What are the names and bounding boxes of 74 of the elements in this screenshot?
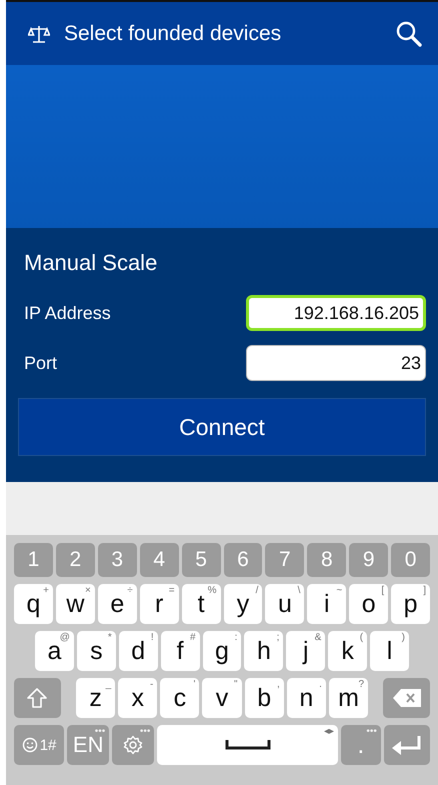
space-bar-icon xyxy=(224,740,271,750)
letter-key[interactable]: n . xyxy=(286,678,326,718)
letter-key[interactable]: k ( xyxy=(328,631,368,671)
key-hint: @ xyxy=(60,633,70,643)
letter-key[interactable]: r = xyxy=(140,584,179,624)
key-hint: + xyxy=(43,586,49,596)
field-label: Port xyxy=(24,352,58,374)
key-hint: × xyxy=(84,586,91,596)
letter-key[interactable]: a@ xyxy=(35,631,74,671)
key-hint: ••• xyxy=(94,727,106,737)
connect-button[interactable]: Connect xyxy=(18,398,426,456)
letter-key[interactable]: s * xyxy=(76,631,116,671)
letter-key[interactable]: b , xyxy=(244,678,284,718)
key-hint: , xyxy=(276,680,280,690)
key-hint: [ xyxy=(381,586,384,596)
letter-key[interactable]: c ' xyxy=(160,678,200,718)
letter-key[interactable]: e÷ xyxy=(98,584,137,624)
key-hint: / xyxy=(256,586,258,596)
input-field[interactable]: 192.168.16.205 xyxy=(246,295,426,331)
letter-key[interactable]: o [ xyxy=(349,584,388,624)
key-hint: * xyxy=(108,633,112,643)
backspace-icon xyxy=(392,688,422,708)
field-label: IP Address xyxy=(24,302,111,324)
key-hint: ( xyxy=(360,633,364,643)
enter-key[interactable] xyxy=(384,725,430,765)
letter-key[interactable]: j & xyxy=(286,631,326,671)
letter-key[interactable]: l ) xyxy=(370,631,410,671)
letter-key[interactable]: d ! xyxy=(118,631,158,671)
key-hint: " xyxy=(234,680,238,690)
shift-icon xyxy=(26,687,48,709)
letter-key[interactable]: t% xyxy=(182,584,221,624)
app-title: Select founded devices xyxy=(64,22,282,46)
letter-key[interactable]: u \ xyxy=(265,584,304,624)
scale-icon xyxy=(28,24,50,44)
key-hint: - xyxy=(150,680,154,690)
letter-key[interactable]: x - xyxy=(118,678,158,718)
letter-key[interactable]: w× xyxy=(56,584,95,624)
key-hint: ~ xyxy=(336,586,342,596)
key-hint: = xyxy=(168,586,175,596)
shift-key[interactable] xyxy=(14,678,61,718)
key-hint: _ xyxy=(106,680,112,690)
backspace-key[interactable] xyxy=(383,678,430,718)
letter-key[interactable]: q+ xyxy=(14,584,53,624)
letter-key[interactable]: m? xyxy=(328,678,368,718)
gear-icon xyxy=(123,735,144,755)
key-hint: ••• xyxy=(140,727,150,737)
key-hint: & xyxy=(314,633,322,643)
key-hint: ; xyxy=(276,633,280,643)
key-hint: ] xyxy=(423,586,426,596)
letter-key[interactable]: i ~ xyxy=(307,584,346,624)
input-field[interactable]: 23 xyxy=(246,345,426,381)
key-hint: ? xyxy=(358,680,364,690)
smiley-icon xyxy=(22,737,38,753)
letter-key[interactable]: g : xyxy=(202,631,242,671)
key-hint: . xyxy=(319,680,322,690)
section-heading: Manual Scale xyxy=(24,250,158,276)
key-hint: ' xyxy=(194,680,196,690)
letter-key[interactable]: v " xyxy=(202,678,242,718)
key-hint: ÷ xyxy=(127,586,133,596)
key-hint: ••• xyxy=(366,727,377,737)
key-hint: ! xyxy=(150,633,154,643)
letter-key[interactable]: h ; xyxy=(244,631,284,671)
space-key[interactable]: ◂▸ xyxy=(157,725,338,765)
letter-key[interactable]: p ] xyxy=(391,584,430,624)
enter-icon xyxy=(390,734,423,756)
key-hint: ◂▸ xyxy=(324,727,334,737)
letter-key[interactable]: z_ xyxy=(76,678,116,718)
key-hint: ) xyxy=(402,633,406,643)
key-hint: % xyxy=(208,586,217,596)
key-hint: # xyxy=(190,633,196,643)
letter-key[interactable]: f # xyxy=(160,631,200,671)
key-hint: : xyxy=(234,633,238,643)
key-hint: \ xyxy=(298,586,300,596)
letter-key[interactable]: y / xyxy=(224,584,262,624)
